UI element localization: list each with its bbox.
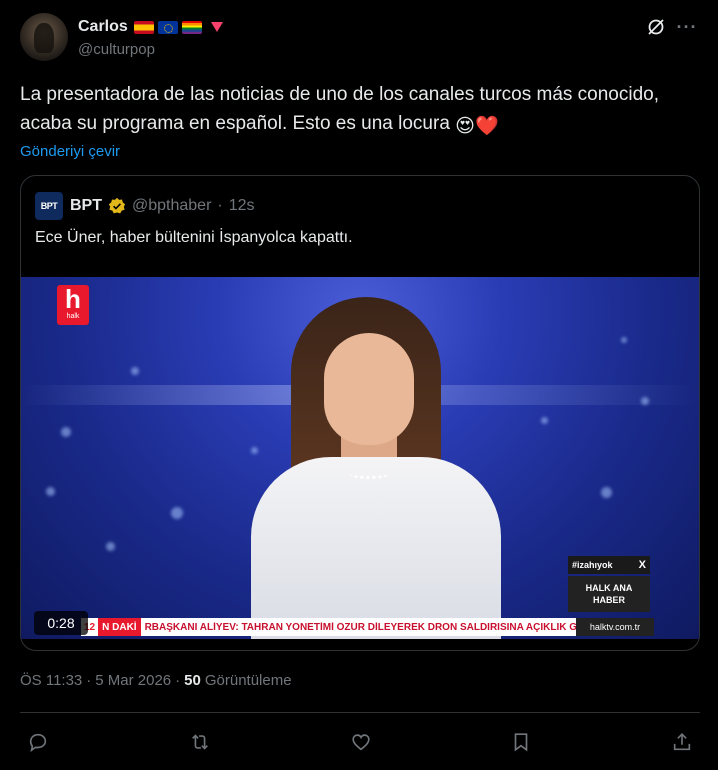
post-body: La presentadora de las noticias de uno d… [20,84,660,134]
quoted-post[interactable]: BPT BPT @bpthaber · 12s Ece Üner, haber … [20,175,700,651]
author-avatar[interactable] [20,13,68,61]
author-name[interactable]: Carlos [78,18,128,36]
post-time[interactable]: ÖS 11:33 [20,672,82,689]
heart-eyes-emoji: 😍 [455,116,475,137]
halk-tv-logo: h halk [57,285,89,325]
video-player[interactable]: h halk #izahıyok X HALK ANA HABER 12 N D [21,277,699,639]
ticker-url: halktv.com.tr [576,618,654,636]
rainbow-flag-icon [181,20,202,34]
post-meta: ÖS 11:33 · 5 Mar 2026 · 50 Görüntüleme [20,672,292,689]
red-heart-emoji: ❤️ [474,116,499,137]
quote-author-handle[interactable]: @bpthaber [132,197,211,215]
quote-header: BPT @bpthaber · 12s [70,197,255,215]
action-bar [0,726,718,758]
eu-flag-icon [157,20,178,34]
views-count: 50 [184,672,201,689]
more-options-icon[interactable]: ··· [676,16,698,38]
views-label: Görüntüleme [204,672,292,689]
news-presenter [231,297,551,639]
quote-text: Ece Üner, haber bültenini İspanyolca kap… [35,229,353,246]
translate-link[interactable]: Gönderiyi çevir [20,143,120,160]
like-icon[interactable] [349,730,373,754]
x-logo-icon: X [638,559,646,571]
author-handle[interactable]: @culturpop [78,41,155,58]
spain-flag-icon [133,20,154,34]
author-name-row: Carlos [78,16,223,38]
video-duration: 0:28 [34,611,88,635]
divider [20,712,700,713]
hashtag-box: #izahıyok X [568,556,650,574]
bookmark-icon[interactable] [509,730,533,754]
quote-author-name[interactable]: BPT [70,197,102,215]
red-triangle-icon [210,22,223,32]
post-text: La presentadora de las noticias de uno d… [20,80,680,141]
grok-icon[interactable] [645,16,667,38]
verified-badge-icon [108,197,126,214]
tweet: Carlos @culturpop ··· La presentadora de… [0,0,718,770]
post-date[interactable]: 5 Mar 2026 [95,672,171,689]
news-ticker: 12 N DAKİ RBAŞKANI ALİYEV: TAHRAN YÖNETİ… [81,618,653,636]
share-icon[interactable] [670,730,694,754]
quote-time[interactable]: 12s [229,197,255,215]
quote-avatar[interactable]: BPT [35,192,63,220]
show-title-box: HALK ANA HABER [568,576,650,612]
repost-icon[interactable] [188,730,212,754]
reply-icon[interactable] [26,730,50,754]
